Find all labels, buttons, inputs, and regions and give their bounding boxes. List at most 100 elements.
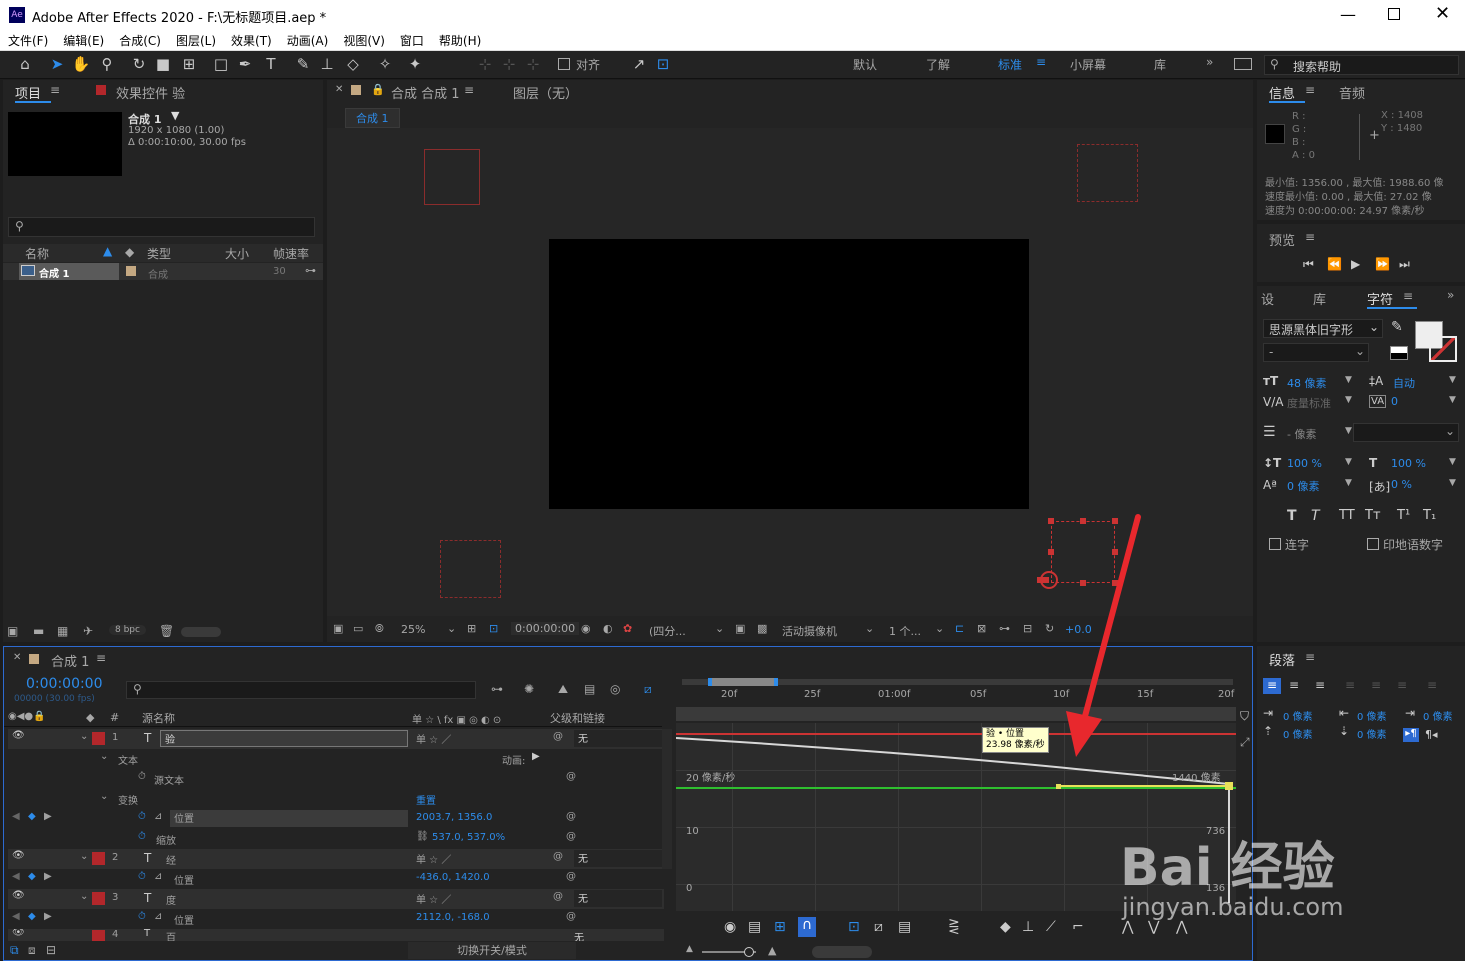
constrain-proportions-icon[interactable]: ⛓ <box>416 831 429 842</box>
chevron-down-icon[interactable]: ⌄ <box>865 622 874 635</box>
snap-checkbox[interactable] <box>558 58 570 70</box>
tab-layer[interactable]: 图层（无） <box>513 83 578 102</box>
rectangle-tool-icon[interactable]: □ <box>210 54 232 74</box>
sort-ascending-icon[interactable]: ▲ <box>103 244 112 258</box>
show-snapshot-icon[interactable]: ◐ <box>603 622 613 635</box>
layers-scrollbar[interactable] <box>662 729 672 869</box>
stroke-color-swatch[interactable] <box>1429 336 1457 362</box>
stopwatch-icon[interactable]: ⏱ <box>138 871 146 882</box>
visibility-icon[interactable]: 👁 <box>12 730 25 741</box>
monitor-icon[interactable]: ▭ <box>353 622 363 635</box>
hindi-digits-checkbox[interactable] <box>1367 538 1379 550</box>
fast-previews-icon[interactable]: ▣ <box>735 622 745 635</box>
justify-left-icon[interactable]: ≡ <box>1345 678 1355 692</box>
layer-switches-pane-icon[interactable]: ⧉ <box>10 943 19 958</box>
graph-options-icon[interactable]: ▤ <box>748 919 761 935</box>
character-menu-icon[interactable]: ≡ <box>1403 289 1413 303</box>
layer-label-color[interactable] <box>92 930 105 941</box>
menu-edit[interactable]: 编辑(E) <box>55 32 111 49</box>
chevron-down-icon[interactable]: ⌄ <box>80 891 88 902</box>
tab-project[interactable]: 项目 <box>15 83 41 102</box>
new-folder-icon[interactable]: ▬ <box>33 624 44 638</box>
region-of-interest-icon[interactable]: ⊡ <box>489 622 498 635</box>
show-properties-icon[interactable]: ◉ <box>724 919 736 935</box>
first-frame-icon[interactable]: ⏮ <box>1303 257 1314 272</box>
small-caps-icon[interactable]: Tт <box>1365 508 1381 523</box>
justify-all-icon[interactable]: ≡ <box>1427 678 1437 692</box>
timeline-search-input[interactable]: ⚲ <box>126 681 476 699</box>
layer-label-color[interactable] <box>92 852 105 865</box>
puppet-tool-icon[interactable]: ✦ <box>404 54 426 74</box>
layer-switches[interactable]: 单 ☆ ／ <box>416 851 451 866</box>
comp-mini-flowchart-icon[interactable]: ⊶ <box>491 682 503 696</box>
brush-tool-icon[interactable]: ✎ <box>292 54 314 74</box>
tab-preview[interactable]: 预览 <box>1269 230 1295 249</box>
parent-select[interactable]: 无 <box>574 730 662 747</box>
indent-first-value[interactable]: 0 像素 <box>1423 708 1453 723</box>
menu-animation[interactable]: 动画(A) <box>279 32 336 49</box>
3d-renderer-icon[interactable]: ⊟ <box>1023 622 1032 635</box>
layer-row[interactable]: 👁 4 T 百 无 <box>8 929 664 941</box>
preview-menu-icon[interactable]: ≡ <box>1305 230 1315 244</box>
graph-toggle-icon[interactable]: ⊿ <box>154 871 162 882</box>
previous-frame-icon[interactable]: ⏪ <box>1327 257 1342 271</box>
position-value[interactable]: -436.0, 1420.0 <box>416 872 490 883</box>
layer-row[interactable]: 👁 ⌄ 1 T 验 单 ☆ ／ @ 无 <box>8 729 664 749</box>
pan-behind-icon[interactable]: ⊞ <box>178 54 200 74</box>
maximize-icon[interactable] <box>1388 8 1400 20</box>
render-icon[interactable]: ✈ <box>83 624 93 638</box>
transfer-controls-icon[interactable]: ⧈ <box>28 943 36 958</box>
auto-zoom-icon[interactable]: ⊡ <box>848 919 860 935</box>
next-keyframe-icon[interactable]: ▶ <box>44 811 52 822</box>
grid-icon[interactable]: ⊞ <box>467 622 476 635</box>
close-tab-icon[interactable]: ✕ <box>13 652 21 663</box>
label-tag-icon[interactable]: ◆ <box>125 245 134 259</box>
fit-all-icon[interactable]: ▤ <box>898 919 911 935</box>
expression-icon[interactable]: @ <box>566 811 576 822</box>
graph-keyframe[interactable] <box>1056 784 1061 789</box>
help-search-input[interactable]: ⚲ 搜索帮助 <box>1264 55 1459 75</box>
visibility-icon[interactable]: 👁 <box>12 890 25 901</box>
rotate-tool-icon[interactable]: ↻ <box>128 54 150 74</box>
last-frame-icon[interactable]: ⏭ <box>1399 257 1410 272</box>
next-keyframe-icon[interactable]: ▶ <box>44 871 52 882</box>
chevron-down-icon[interactable]: ▼ <box>1449 478 1456 488</box>
chevron-down-icon[interactable]: ⌄ <box>935 622 944 635</box>
indent-right-value[interactable]: 0 像素 <box>1357 708 1387 723</box>
layer-switches[interactable]: 单 ☆ ／ <box>416 891 451 906</box>
info-menu-icon[interactable]: ≡ <box>1305 83 1315 97</box>
column-parent[interactable]: 父级和链接 <box>550 710 605 726</box>
zoom-select[interactable]: 25% <box>401 623 425 636</box>
axis-local-icon[interactable]: ⊹ <box>474 54 496 74</box>
chevron-down-icon[interactable]: ▼ <box>1449 457 1456 467</box>
position-value[interactable]: 2112.0, -168.0 <box>416 912 490 923</box>
project-item-row[interactable]: 合成 1 合成 30 ⊶ <box>3 263 323 281</box>
interpret-footage-icon[interactable]: ▣ <box>7 624 18 638</box>
layer-name[interactable]: 度 <box>166 892 176 907</box>
chevron-down-icon[interactable]: ▼ <box>1449 375 1456 385</box>
clone-stamp-icon[interactable]: ⊥ <box>316 54 338 74</box>
workspace-editor-icon[interactable] <box>1234 58 1252 70</box>
justify-center-icon[interactable]: ≡ <box>1371 678 1381 692</box>
stopwatch-icon[interactable]: ⏱ <box>138 771 146 782</box>
layer-switches[interactable]: 单 ☆ ／ <box>416 731 451 746</box>
camera-tool-icon[interactable]: ■ <box>152 54 174 74</box>
column-type[interactable]: 类型 <box>147 245 171 262</box>
project-menu-icon[interactable]: ≡ <box>50 83 60 97</box>
layer-name-field[interactable]: 验 <box>160 730 408 747</box>
axis-view-icon[interactable]: ⊹ <box>522 54 544 74</box>
tab-composition[interactable]: 合成 合成 1 <box>391 83 460 102</box>
easy-ease-icon[interactable]: ⋀ <box>1122 919 1133 935</box>
current-timecode[interactable]: 0:00:00:00 <box>26 676 103 692</box>
keyframe-icon[interactable]: ◆ <box>28 871 36 882</box>
indent-left-value[interactable]: 0 像素 <box>1283 708 1313 723</box>
font-size-value[interactable]: 48 像素 <box>1287 375 1327 391</box>
stopwatch-icon[interactable]: ⏱ <box>138 831 146 842</box>
convert-hold-icon[interactable]: ⊥ <box>1022 919 1034 935</box>
subscript-icon[interactable]: T₁ <box>1423 508 1436 523</box>
graph-keyframe[interactable] <box>1225 782 1233 790</box>
property-row[interactable]: ◀ ◆ ▶ ⏱ ⊿ 位置 2003.7, 1356.0 @ <box>8 809 664 829</box>
parent-select[interactable]: 无 <box>574 929 584 941</box>
mask-visibility-icon[interactable]: ⦾ <box>375 622 384 636</box>
channel-icon[interactable]: ✿ <box>623 622 632 635</box>
